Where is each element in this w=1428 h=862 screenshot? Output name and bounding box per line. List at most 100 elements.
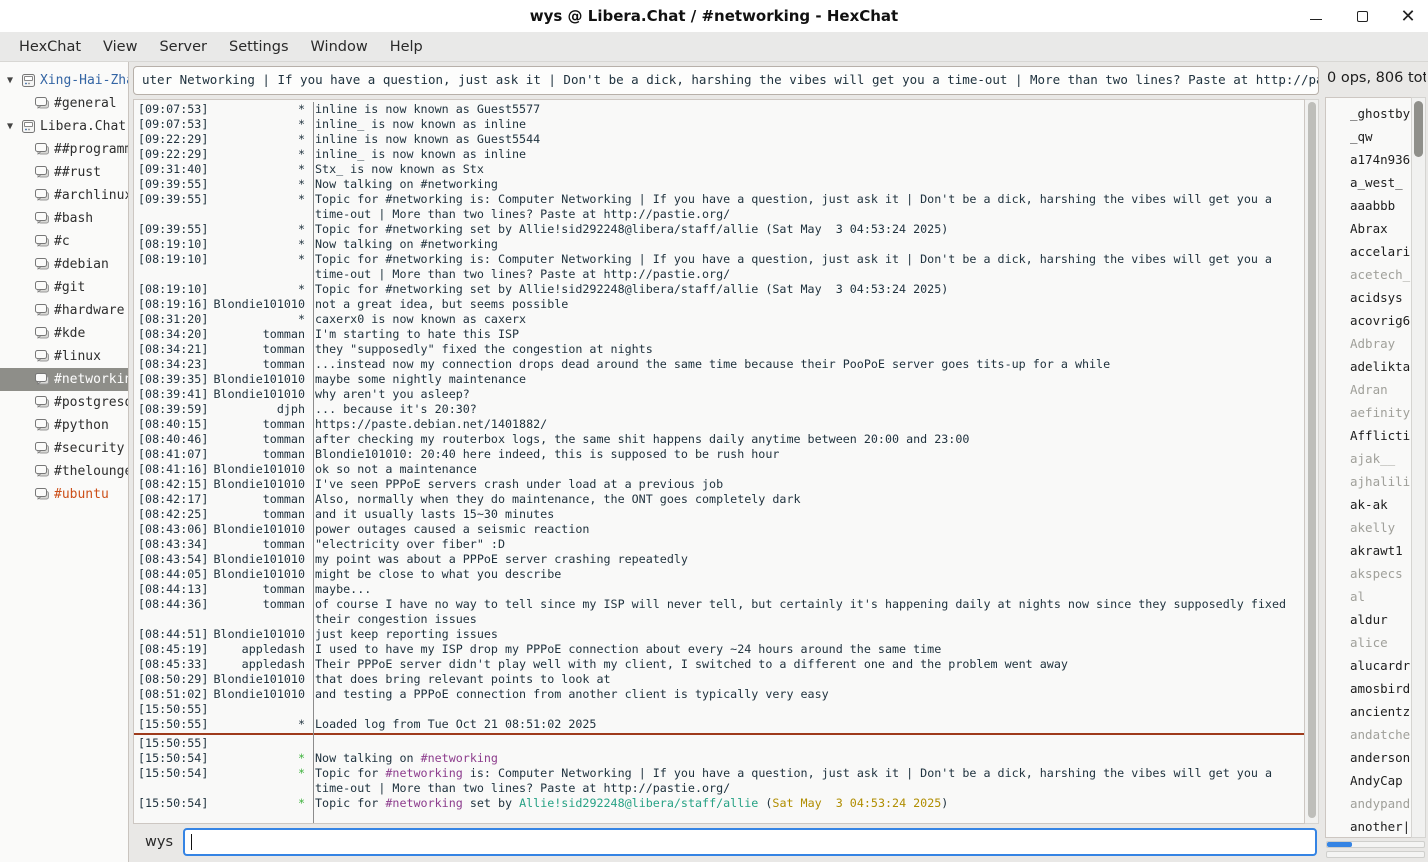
maximize-icon[interactable] [1352, 6, 1372, 26]
user-ajak__[interactable]: ajak__ [1326, 447, 1411, 470]
message-text: time-out | More than two lines? Paste at… [305, 267, 1304, 282]
message-text: Now talking on #networking [305, 237, 1304, 252]
tree-channel-linux[interactable]: #linux [0, 345, 128, 368]
user-_ghostbyt[interactable]: _ghostbyt [1326, 102, 1411, 125]
nick: tomman [210, 492, 305, 507]
user-AndyCap[interactable]: AndyCap [1326, 769, 1411, 792]
nick [210, 267, 305, 282]
user-anderson[interactable]: anderson [1326, 746, 1411, 769]
minimize-icon[interactable] [1306, 6, 1326, 26]
nick [210, 781, 305, 796]
user-aefinity[interactable]: aefinity [1326, 401, 1411, 424]
tree-network-xing-hai-zhan[interactable]: ▼Xing-Hai-Zhan [0, 69, 128, 92]
timestamp: [09:39:55] [134, 222, 210, 237]
tree-channel-debian[interactable]: #debian [0, 253, 128, 276]
timestamp [134, 207, 210, 222]
user-aaabbb[interactable]: aaabbb [1326, 194, 1411, 217]
user-andypandy[interactable]: andypandy [1326, 792, 1411, 815]
user-ancientz[interactable]: ancientz [1326, 700, 1411, 723]
user-ajhalili2[interactable]: ajhalili2 [1326, 470, 1411, 493]
user-adeliktas[interactable]: adeliktas [1326, 355, 1411, 378]
user-acetech_[interactable]: acetech_ [1326, 263, 1411, 286]
user-ak-ak[interactable]: ak-ak [1326, 493, 1411, 516]
chat-message-row: [09:31:40]*Stx_ is now known as Stx [134, 162, 1304, 177]
chat-message-row: [08:50:29]Blondie101010that does bring r… [134, 672, 1304, 687]
user-Afflictio[interactable]: Afflictio [1326, 424, 1411, 447]
user-acovrig60[interactable]: acovrig60 [1326, 309, 1411, 332]
user-Adran[interactable]: Adran [1326, 378, 1411, 401]
nick: tomman [210, 327, 305, 342]
message-input[interactable] [183, 828, 1317, 856]
tree-channel-postgresql[interactable]: #postgresql [0, 391, 128, 414]
message-text: my point was about a PPPoE server crashi… [305, 552, 1304, 567]
user-Abrax[interactable]: Abrax [1326, 217, 1411, 240]
user-andatche[interactable]: andatche [1326, 723, 1411, 746]
userlist-scrollbar-thumb[interactable] [1414, 101, 1423, 157]
tree-channel-security[interactable]: #security [0, 437, 128, 460]
message-text [305, 702, 1304, 717]
tree-channel-networking[interactable]: #networking [0, 368, 128, 391]
user-amosbird[interactable]: amosbird [1326, 677, 1411, 700]
message-text: ok so not a maintenance [305, 462, 1304, 477]
chat-scrollbar[interactable] [1305, 99, 1319, 824]
tree-channel-programming[interactable]: ##programming [0, 138, 128, 161]
menu-settings[interactable]: Settings [218, 35, 299, 59]
menu-help[interactable]: Help [379, 35, 434, 59]
timestamp: [15:50:55] [134, 702, 210, 717]
chat-scrollbar-thumb[interactable] [1308, 102, 1316, 818]
nick: * [210, 796, 305, 811]
user-_qw[interactable]: _qw [1326, 125, 1411, 148]
menu-window[interactable]: Window [300, 35, 379, 59]
tree-channel-general[interactable]: #general [0, 92, 128, 115]
tree-channel-rust[interactable]: ##rust [0, 161, 128, 184]
user-accelario[interactable]: accelario [1326, 240, 1411, 263]
window-title: wys @ Libera.Chat / #networking - HexCha… [0, 7, 1428, 25]
timestamp: [08:19:16] [134, 297, 210, 312]
tree-channel-python[interactable]: #python [0, 414, 128, 437]
nick: Blondie101010 [210, 297, 305, 312]
chat-message-row: [08:51:02]Blondie101010and testing a PPP… [134, 687, 1304, 702]
close-icon[interactable]: ✕ [1398, 6, 1418, 26]
userlist-scrollbar[interactable] [1411, 97, 1426, 838]
menu-hexchat[interactable]: HexChat [8, 35, 92, 59]
tree-channel-kde[interactable]: #kde [0, 322, 128, 345]
topic-input[interactable]: uter Networking | If you have a question… [133, 66, 1319, 95]
nick: Blondie101010 [210, 522, 305, 537]
chat-message-row: [08:19:10]*Now talking on #networking [134, 237, 1304, 252]
menu-server[interactable]: Server [148, 35, 218, 59]
user-acidsys[interactable]: acidsys [1326, 286, 1411, 309]
timestamp: [08:45:19] [134, 642, 210, 657]
expander-icon[interactable]: ▼ [2, 121, 18, 132]
nick: * [210, 132, 305, 147]
user-another|[interactable]: another| [1326, 815, 1411, 838]
user-akspecs[interactable]: akspecs [1326, 562, 1411, 585]
tree-channel-thelounge[interactable]: #thelounge [0, 460, 128, 483]
menu-view[interactable]: View [92, 35, 148, 59]
tree-network-libera.chat[interactable]: ▼Libera.Chat [0, 115, 128, 138]
chat-message-row: [15:50:54]*Topic for #networking is: Com… [134, 766, 1304, 781]
tree-channel-bash[interactable]: #bash [0, 207, 128, 230]
timestamp: [15:50:55] [134, 736, 210, 751]
user-Adbray[interactable]: Adbray [1326, 332, 1411, 355]
nick: tomman [210, 507, 305, 522]
tree-channel-git[interactable]: #git [0, 276, 128, 299]
chat-message-row: time-out | More than two lines? Paste at… [134, 207, 1304, 222]
chat-message-row: [09:07:53]*inline_ is now known as inlin… [134, 117, 1304, 132]
tree-channel-c[interactable]: #c [0, 230, 128, 253]
user-al[interactable]: al [1326, 585, 1411, 608]
user-a_west_[interactable]: a_west_ [1326, 171, 1411, 194]
timestamp: [15:50:54] [134, 796, 210, 811]
user-alice[interactable]: alice [1326, 631, 1411, 654]
tree-channel-archlinux[interactable]: #archlinux [0, 184, 128, 207]
user-akrawt1[interactable]: akrawt1 [1326, 539, 1411, 562]
user-aldur[interactable]: aldur [1326, 608, 1411, 631]
message-text: might be close to what you describe [305, 567, 1304, 582]
tree-channel-hardware[interactable]: #hardware [0, 299, 128, 322]
timestamp: [08:51:02] [134, 687, 210, 702]
tree-channel-ubuntu[interactable]: #ubuntu [0, 483, 128, 506]
user-a174n936[interactable]: a174n936 [1326, 148, 1411, 171]
user-akelly[interactable]: akelly [1326, 516, 1411, 539]
nick: tomman [210, 342, 305, 357]
expander-icon[interactable]: ▼ [2, 75, 18, 86]
user-alucardro[interactable]: alucardro [1326, 654, 1411, 677]
